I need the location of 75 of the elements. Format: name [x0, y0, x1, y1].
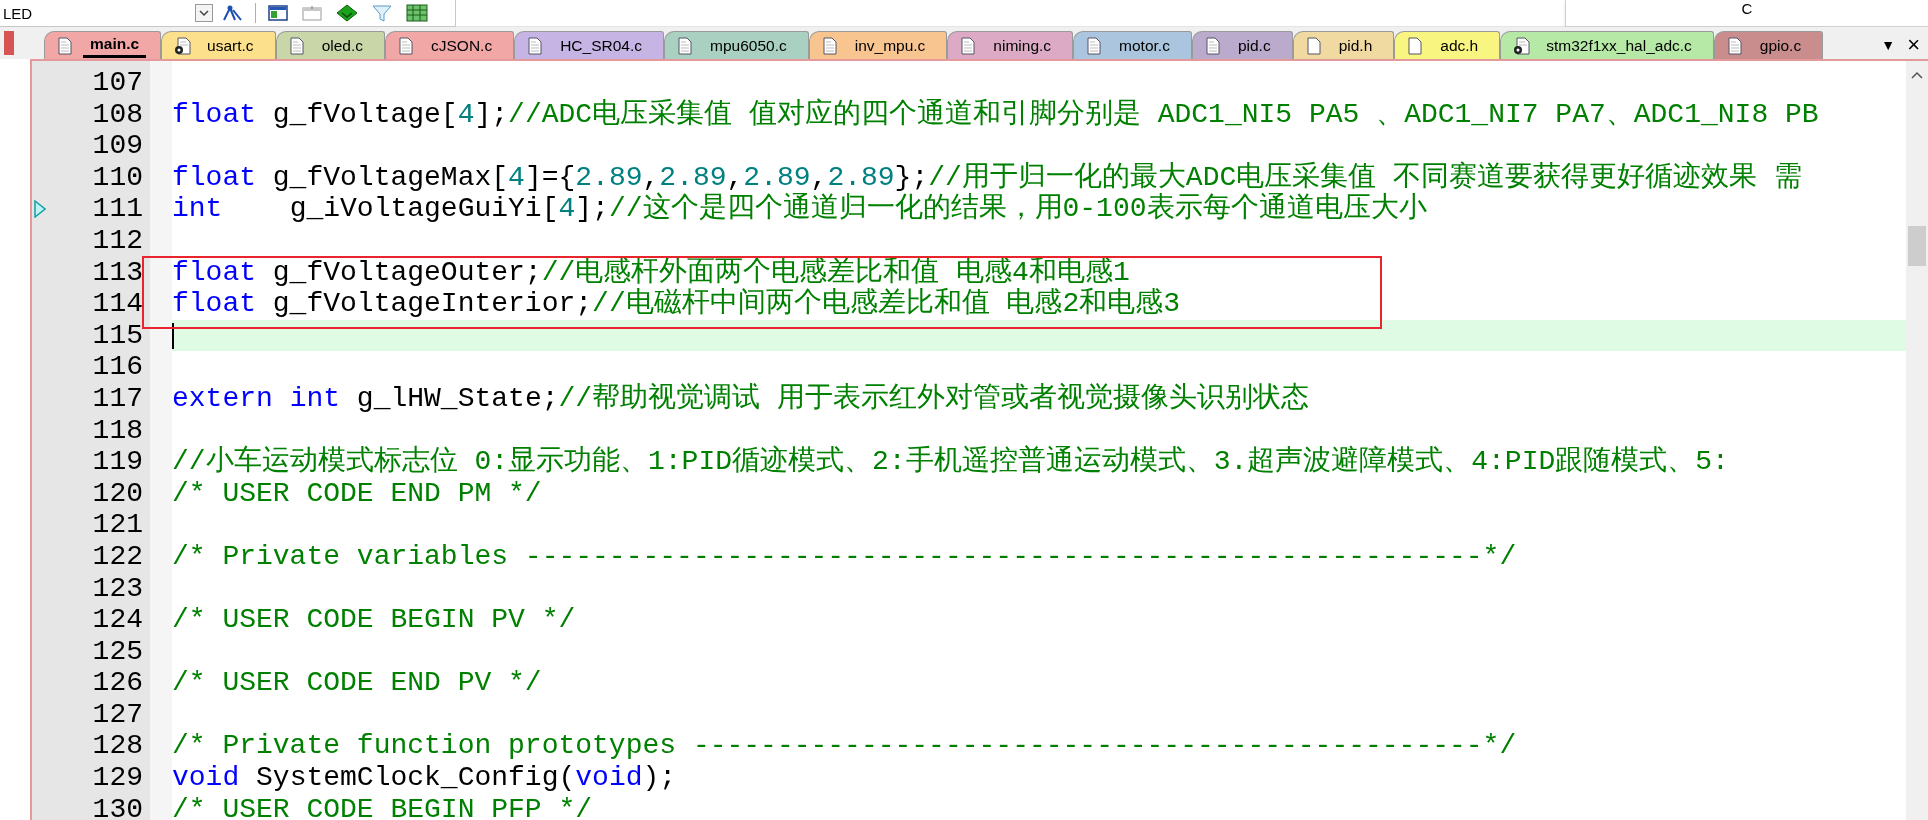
line-number: 127 — [92, 698, 143, 731]
line-number: 114 — [92, 288, 143, 320]
file-tab[interactable]: cJSON.c — [385, 31, 515, 59]
line-number: 113 — [92, 256, 143, 289]
line-number: 107 — [92, 67, 143, 99]
line-number: 116 — [92, 351, 143, 383]
line-number: 112 — [92, 224, 143, 257]
line-number: 111 — [92, 193, 143, 225]
file-icon — [677, 36, 695, 55]
file-icon — [288, 36, 307, 55]
file-tab[interactable]: adc.h — [1394, 31, 1501, 59]
hierarchy-icon[interactable] — [221, 4, 243, 22]
code-line: void SystemClock_Config(void); — [172, 762, 677, 794]
line-number: 125 — [92, 635, 143, 668]
code-line: extern int g_lHW_State;//帮助视觉调试 用于表示红外对管或者视觉摄像头识别状态 — [172, 382, 1309, 415]
line-number: 122 — [92, 540, 143, 573]
code-line: float g_fVoltageInterior;//电磁杆中间两个电感差比和值 电感2和电感3 — [172, 288, 1181, 320]
file-icon — [57, 36, 75, 55]
code-line: //小车运动模式标志位 0:显示功能、1:PID循迹模式、2:手机遥控普通运动模式、3.超声波避障模式、4:PID跟随模式、5: — [172, 446, 1729, 478]
diamond-icon[interactable] — [336, 4, 358, 22]
line-number: 118 — [92, 414, 143, 447]
code-line: float g_fVoltageOuter;//电感杆外面两个电感差比和值 电感4和电感1 — [172, 256, 1130, 288]
file-tab[interactable]: HC_SR04.c — [514, 31, 664, 59]
line-number: 117 — [92, 382, 143, 415]
line-number: 121 — [92, 509, 143, 541]
code-line: /* Private variables ---------------------------------------------------------*/ — [172, 540, 1517, 573]
file-tab[interactable]: oled.c — [275, 31, 385, 59]
file-icon — [1204, 36, 1223, 55]
file-tab[interactable]: gpio.c — [1713, 31, 1824, 59]
code-line: int g_iVoltageGuiYi[4];//这个是四个通道归一化的结果，用0-100表示每个通道电压大小 — [172, 193, 1427, 225]
target-dropdown-text[interactable]: LED — [0, 5, 195, 21]
gear-file-icon — [1513, 36, 1532, 55]
file-tab[interactable]: usart.c — [161, 31, 276, 59]
edge-marker — [4, 31, 14, 55]
code-line: /* USER CODE END PV */ — [172, 667, 542, 699]
code-line: float g_fVoltageMax[4]={2.89,2.89,2.89,2.89};//用于归一化的最大ADC电压采集值 不同赛道要获得更好循迹效果 需 — [172, 161, 1802, 193]
file-icon — [1305, 36, 1324, 55]
file-tab[interactable]: main.c — [44, 31, 162, 59]
grid-icon[interactable] — [406, 4, 428, 22]
scrollbar-thumb[interactable] — [1908, 226, 1926, 266]
file-tab[interactable]: mpu6050.c — [664, 31, 809, 59]
text-cursor — [172, 322, 174, 349]
scroll-up-icon[interactable] — [1911, 71, 1923, 79]
file-tab[interactable]: motor.c — [1073, 31, 1192, 59]
line-number: 119 — [92, 446, 143, 478]
tab-list-button[interactable]: ▼ — [1875, 31, 1902, 59]
line-number: 126 — [92, 667, 143, 699]
line-number: 109 — [92, 130, 143, 162]
line-number: 124 — [92, 604, 143, 636]
file-tab[interactable]: inv_mpu.c — [808, 31, 948, 59]
file-tab[interactable]: pid.h — [1292, 31, 1395, 59]
line-number: 108 — [92, 98, 143, 131]
scrollbar[interactable] — [1906, 61, 1928, 820]
code-line: /* USER CODE BEGIN PFP */ — [172, 793, 593, 820]
line-number: 110 — [92, 161, 143, 194]
gear-file-icon — [174, 36, 193, 55]
line-number: 129 — [92, 762, 143, 794]
file-icon — [398, 36, 416, 55]
line-number: 115 — [92, 319, 143, 352]
file-icon — [821, 36, 840, 55]
file-icon — [1726, 36, 1745, 55]
line-number: 128 — [92, 730, 143, 763]
file-tab[interactable]: pid.c — [1191, 31, 1293, 59]
line-number: 120 — [92, 477, 143, 510]
code-line: /* USER CODE END PM */ — [172, 477, 542, 510]
code-line: /* USER CODE BEGIN PV */ — [172, 604, 576, 636]
file-tab[interactable]: stm32f1xx_hal_adc.c — [1500, 31, 1714, 59]
panel-text: C — [1741, 0, 1753, 16]
window-icon[interactable] — [268, 5, 288, 21]
code-line: float g_fVoltage[4];//ADC电压采集值 值对应的四个通道和引脚分别是 ADC1_NI5 PA5 、ADC1_NI7 PA7、ADC1_NI8 PB — [172, 98, 1819, 131]
code-line: /* Private function prototypes -----------------------------------------------*/ — [172, 730, 1517, 763]
line-number: 130 — [92, 793, 143, 820]
line-number: 123 — [92, 572, 143, 605]
close-button[interactable]: × — [1901, 31, 1926, 59]
file-tab[interactable]: niming.c — [947, 31, 1074, 59]
